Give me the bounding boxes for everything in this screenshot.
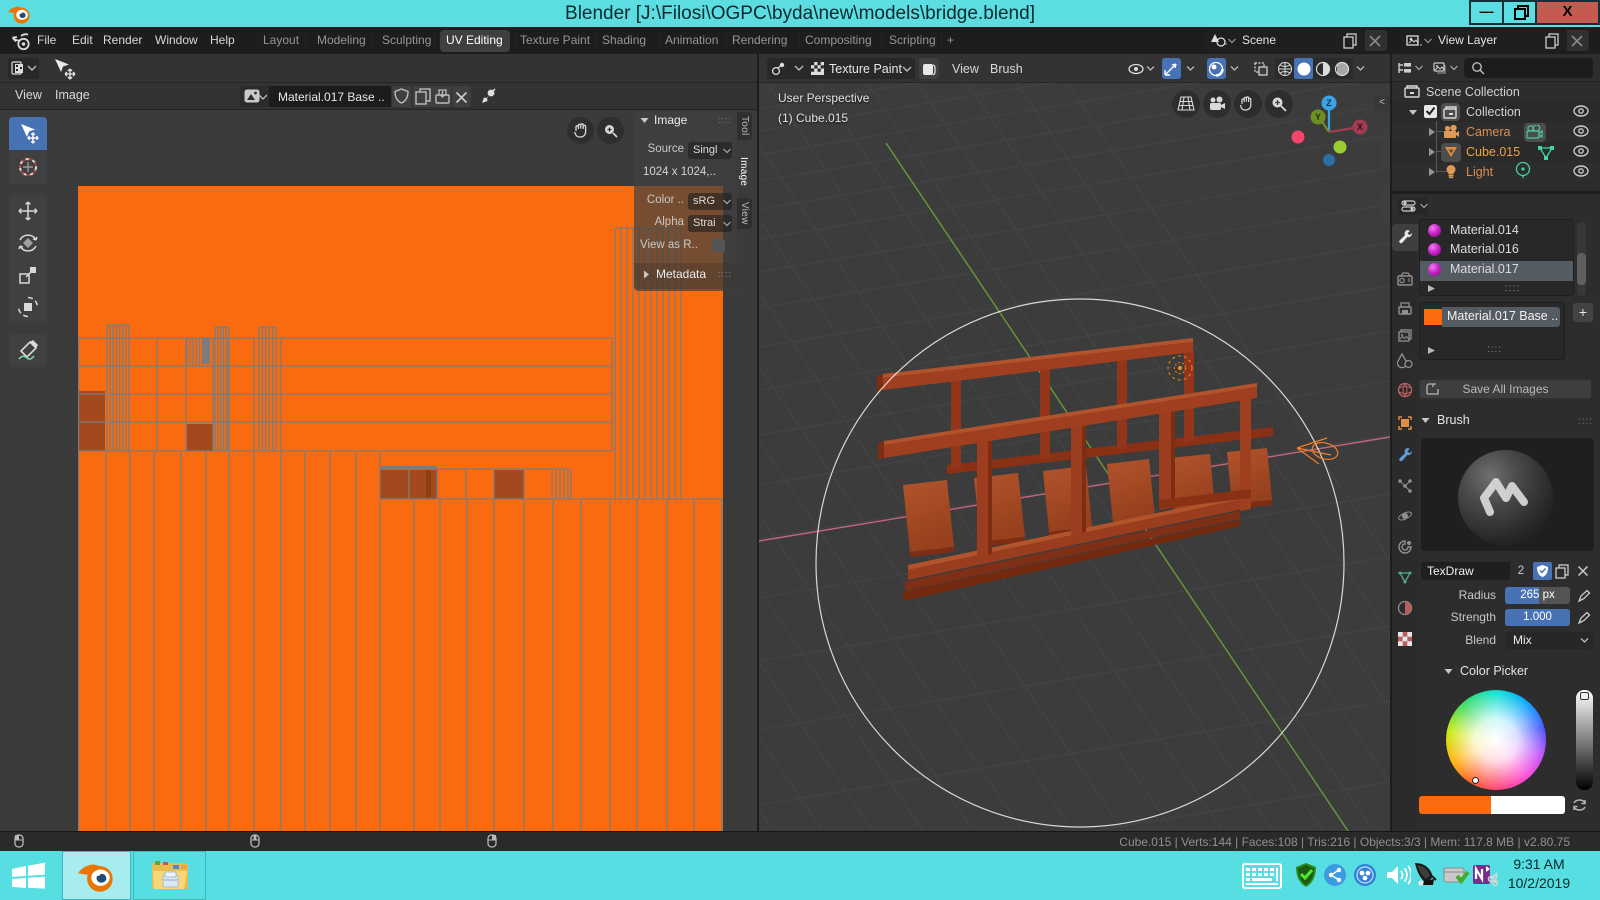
svg-text:Y: Y bbox=[1315, 112, 1321, 122]
svg-text:X: X bbox=[1357, 122, 1363, 132]
svg-text:Z: Z bbox=[1326, 98, 1332, 108]
